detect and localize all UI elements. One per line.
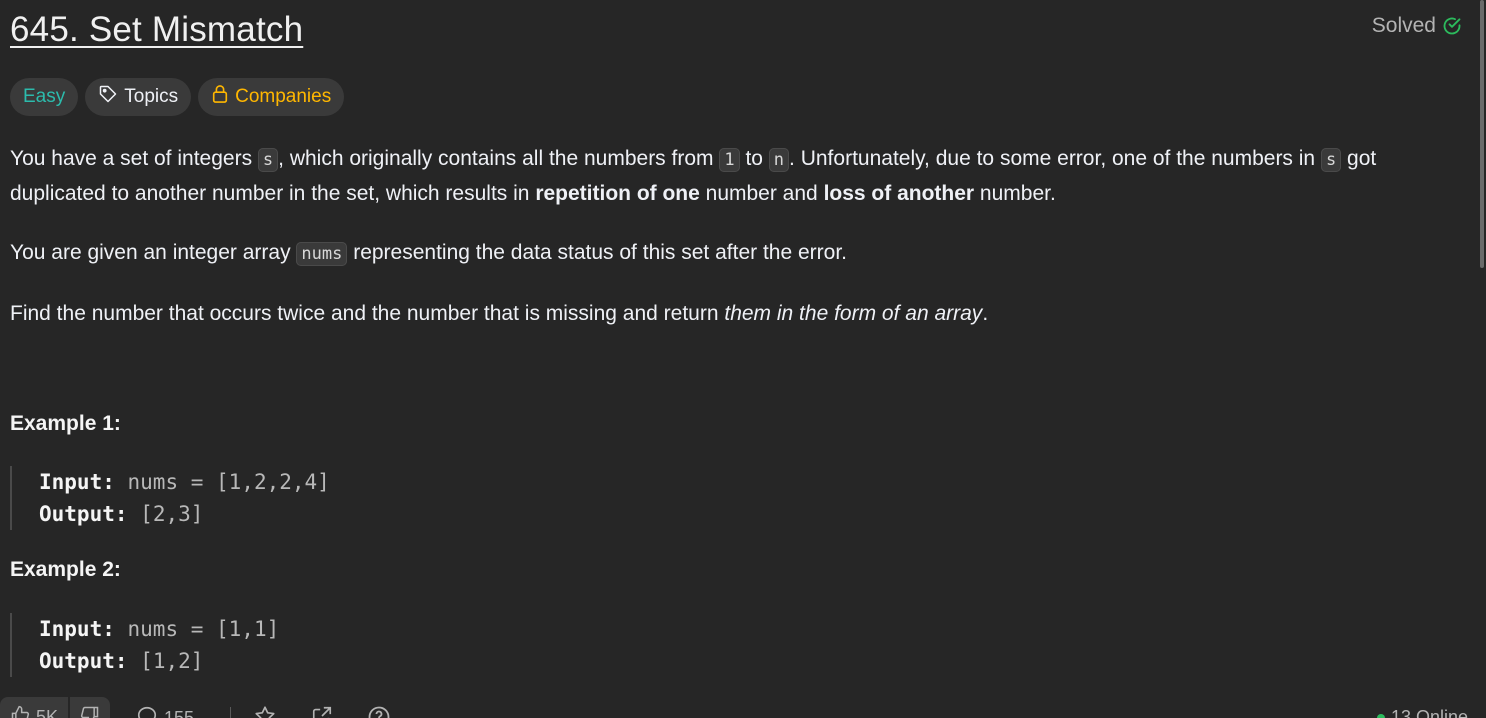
favorite-button[interactable] — [254, 705, 276, 718]
code-n: n — [768, 148, 790, 172]
example-1-title: Example 1: — [10, 412, 121, 435]
like-button[interactable]: 5K — [0, 697, 69, 718]
statement-paragraph-3: Find the number that occurs twice and th… — [10, 302, 989, 325]
companies-button[interactable]: Companies — [198, 78, 345, 116]
toolbar-divider — [230, 707, 231, 718]
example-1-block: Input: nums = [1,2,2,4] Output: [2,3] — [10, 466, 330, 530]
difficulty-badge: Easy — [10, 78, 79, 116]
bold-loss: loss of another — [823, 182, 975, 205]
problem-title[interactable]: 645. Set Mismatch — [10, 8, 303, 52]
bold-repetition: repetition of one — [535, 182, 700, 205]
online-count: 13 Online — [1390, 707, 1468, 718]
tag-icon — [98, 84, 118, 110]
output-value: [2,3] — [140, 502, 204, 526]
comments-button[interactable]: 155 — [136, 705, 194, 718]
output-value: [1,2] — [140, 649, 204, 673]
statement-paragraph-1: You have a set of integers s, which orig… — [10, 147, 1377, 205]
vote-group: 5K — [0, 697, 111, 718]
code-s: s — [1320, 148, 1342, 172]
online-dot — [1376, 713, 1385, 718]
solved-label: Solved — [1371, 14, 1436, 37]
input-label: Input: — [39, 617, 115, 641]
example-2-title: Example 2: — [10, 558, 121, 581]
problem-description-panel: 645. Set Mismatch Solved Easy Topics Com… — [0, 0, 1486, 718]
star-icon — [254, 706, 276, 718]
example-2-block: Input: nums = [1,1] Output: [1,2] — [10, 613, 279, 677]
thumbs-up-icon — [10, 705, 30, 718]
problem-statement: You have a set of integers s, which orig… — [10, 142, 1460, 356]
code-nums: nums — [296, 242, 348, 266]
share-button[interactable] — [311, 705, 333, 718]
scrollbar-thumb[interactable] — [1480, 0, 1484, 268]
companies-label: Companies — [235, 86, 332, 107]
dislike-button[interactable] — [70, 697, 111, 718]
online-indicator: 13 Online — [1376, 707, 1468, 718]
topics-button[interactable]: Topics — [85, 78, 192, 116]
input-value: nums = [1,2,2,4] — [127, 470, 330, 494]
output-label: Output: — [39, 649, 128, 673]
input-value: nums = [1,1] — [127, 617, 280, 641]
like-count: 5K — [36, 706, 59, 718]
problem-tags: Easy Topics Companies — [10, 78, 345, 116]
topics-label: Topics — [124, 86, 179, 107]
comment-icon — [136, 705, 158, 718]
code-s: s — [257, 148, 279, 172]
code-one: 1 — [719, 148, 740, 172]
statement-paragraph-2: You are given an integer array nums repr… — [10, 241, 847, 266]
help-button[interactable] — [367, 705, 391, 718]
external-link-icon — [311, 706, 333, 718]
input-label: Input: — [39, 470, 115, 494]
thumbs-down-icon — [80, 705, 100, 718]
check-circle-icon — [1442, 16, 1462, 36]
italic-array: them in the form of an array — [724, 302, 983, 325]
comment-count: 155 — [164, 708, 195, 718]
output-label: Output: — [39, 502, 128, 526]
difficulty-label: Easy — [23, 86, 66, 107]
bottom-action-bar: 5K 155 13 Online — [0, 697, 1486, 718]
lock-icon — [211, 84, 229, 110]
solved-status: Solved — [1372, 14, 1462, 38]
